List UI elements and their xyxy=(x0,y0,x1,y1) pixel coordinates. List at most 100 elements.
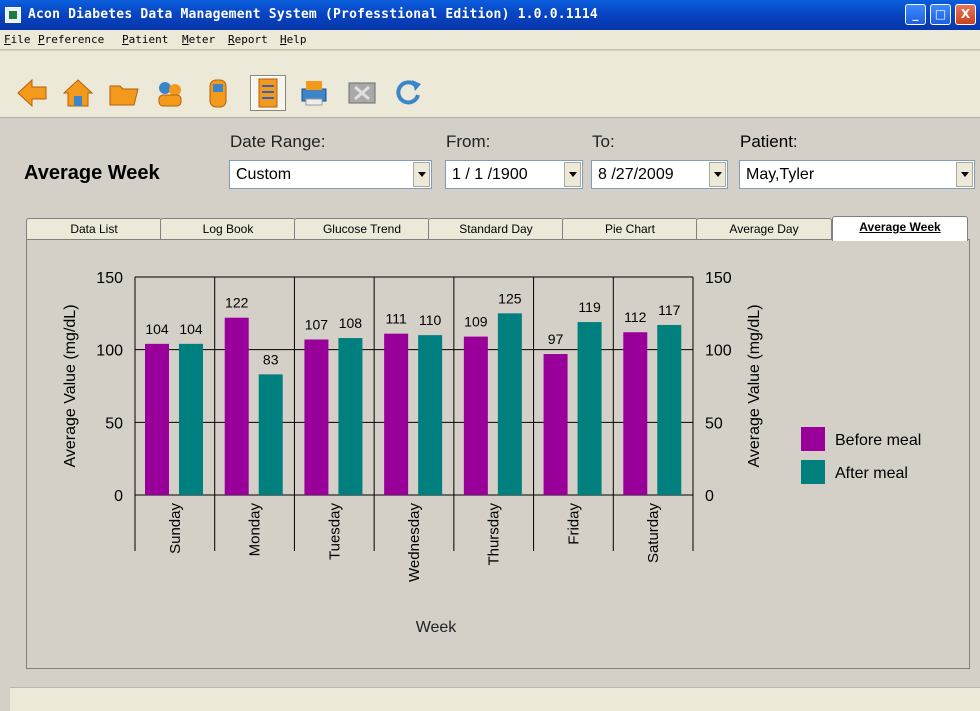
chevron-down-icon[interactable] xyxy=(564,162,581,187)
date-range-label: Date Range: xyxy=(230,132,326,151)
tab-strip: Data List Log Book Glucose Trend Standar… xyxy=(26,216,970,241)
meter-icon xyxy=(209,79,227,108)
menu-preference[interactable]: Preference xyxy=(38,33,104,46)
y-tick-label-right: 100 xyxy=(705,343,732,360)
to-date-value: 8 /27/2009 xyxy=(598,166,674,183)
x-tick-label: Tuesday xyxy=(326,503,343,560)
tab-data-list[interactable]: Data List xyxy=(26,218,162,240)
bar-after-meal xyxy=(258,374,283,495)
to-date-picker[interactable]: 8 /27/2009 xyxy=(591,160,728,189)
y-tick-label-left: 0 xyxy=(114,488,123,505)
export-button[interactable] xyxy=(344,75,380,111)
from-date-value: 1 / 1 /1900 xyxy=(452,166,528,183)
menu-file[interactable]: File xyxy=(4,33,31,46)
data-label: 110 xyxy=(419,312,442,328)
bar-before-meal xyxy=(145,343,169,495)
data-label: 111 xyxy=(386,311,407,327)
data-label: 97 xyxy=(548,331,564,347)
bar-before-meal xyxy=(384,333,409,495)
date-range-select[interactable]: Custom xyxy=(229,160,432,189)
x-axis-label: Week xyxy=(416,619,458,636)
data-label: 108 xyxy=(339,315,363,331)
data-label: 83 xyxy=(263,351,279,367)
bar-after-meal xyxy=(657,324,682,495)
legend-swatch xyxy=(801,460,825,484)
bar-after-meal xyxy=(577,322,602,495)
y-tick-label-right: 0 xyxy=(705,488,714,505)
maximize-button[interactable]: □ xyxy=(930,4,951,25)
home-button[interactable] xyxy=(60,75,96,111)
tab-average-day[interactable]: Average Day xyxy=(696,218,832,240)
excel-export-icon xyxy=(348,82,376,104)
legend-label: Before meal xyxy=(835,432,921,449)
y-tick-label-left: 150 xyxy=(96,270,123,287)
page-title: Average Week xyxy=(24,162,160,184)
y-tick-label-left: 50 xyxy=(105,415,123,432)
menu-report[interactable]: Report xyxy=(228,33,268,46)
open-folder-button[interactable] xyxy=(106,75,142,111)
close-button[interactable]: X xyxy=(955,4,976,25)
report-button[interactable] xyxy=(250,75,286,111)
data-label: 112 xyxy=(624,309,647,325)
data-label: 122 xyxy=(225,295,249,311)
bar-after-meal xyxy=(338,338,363,495)
tab-average-week[interactable]: Average Week xyxy=(832,216,968,241)
refresh-button[interactable] xyxy=(390,75,426,111)
left-edge xyxy=(0,118,10,711)
title-bar[interactable]: Acon Diabetes Data Management System (Pr… xyxy=(0,0,980,30)
patient-value: May,Tyler xyxy=(746,166,815,183)
bar-after-meal xyxy=(497,313,522,495)
patient-icon xyxy=(158,82,182,107)
patient-button[interactable] xyxy=(152,75,188,111)
back-button[interactable] xyxy=(14,75,50,111)
chevron-down-icon[interactable] xyxy=(413,162,430,187)
x-tick-label: Wednesday xyxy=(406,503,423,582)
data-label: 109 xyxy=(464,314,488,330)
chevron-down-icon[interactable] xyxy=(956,162,973,187)
bar-before-meal xyxy=(463,336,488,495)
app-icon xyxy=(5,7,21,23)
window-title: Acon Diabetes Data Management System (Pr… xyxy=(28,7,598,22)
x-tick-label: Monday xyxy=(247,503,264,557)
average-week-chart: 0 0 50 50 100 100 150 150 104 104 Sunday 122 83 Monda… xyxy=(62,270,921,636)
y-tick-label-right: 150 xyxy=(705,270,732,287)
data-label: 104 xyxy=(145,321,169,337)
data-label: 117 xyxy=(658,302,681,318)
y-tick-label-left: 100 xyxy=(96,343,123,360)
y-tick-label-right: 50 xyxy=(705,415,723,432)
x-tick-label: Friday xyxy=(565,503,582,545)
status-bar xyxy=(10,687,980,711)
report-icon xyxy=(258,78,278,108)
x-tick-label: Saturday xyxy=(645,503,662,564)
tab-pie-chart[interactable]: Pie Chart xyxy=(562,218,698,240)
print-button[interactable] xyxy=(296,75,332,111)
menu-help[interactable]: Help xyxy=(280,33,307,46)
minimize-button[interactable]: _ xyxy=(905,4,926,25)
bar-before-meal xyxy=(623,332,648,495)
date-range-value: Custom xyxy=(236,166,292,183)
data-label: 104 xyxy=(179,321,203,337)
tab-log-book[interactable]: Log Book xyxy=(160,218,296,240)
chevron-down-icon[interactable] xyxy=(709,162,726,187)
y-axis-label-right: Average Value (mg/dL) xyxy=(746,304,763,467)
meter-button[interactable] xyxy=(200,75,236,111)
bar-after-meal xyxy=(418,335,443,495)
legend-label: After meal xyxy=(835,465,908,482)
menu-meter[interactable]: Meter xyxy=(182,33,215,46)
from-date-picker[interactable]: 1 / 1 /1900 xyxy=(445,160,583,189)
y-axis-label-left: Average Value (mg/dL) xyxy=(62,304,79,467)
patient-select[interactable]: May,Tyler xyxy=(739,160,975,189)
x-tick-label: Sunday xyxy=(167,503,184,554)
tab-standard-day[interactable]: Standard Day xyxy=(428,218,564,240)
chart-panel: 0 0 50 50 100 100 150 150 104 104 Sunday 122 83 Monda… xyxy=(26,239,970,669)
menu-patient[interactable]: Patient xyxy=(122,33,168,46)
menu-bar: File Preference Patient Meter Report Hel… xyxy=(0,30,980,50)
data-label: 107 xyxy=(305,316,329,332)
back-arrow-icon xyxy=(17,78,47,108)
x-tick-label: Thursday xyxy=(486,503,503,566)
printer-icon xyxy=(301,81,327,106)
tab-glucose-trend[interactable]: Glucose Trend xyxy=(294,218,430,240)
data-label: 119 xyxy=(578,299,601,315)
folder-icon xyxy=(109,85,139,106)
to-label: To: xyxy=(592,132,615,151)
